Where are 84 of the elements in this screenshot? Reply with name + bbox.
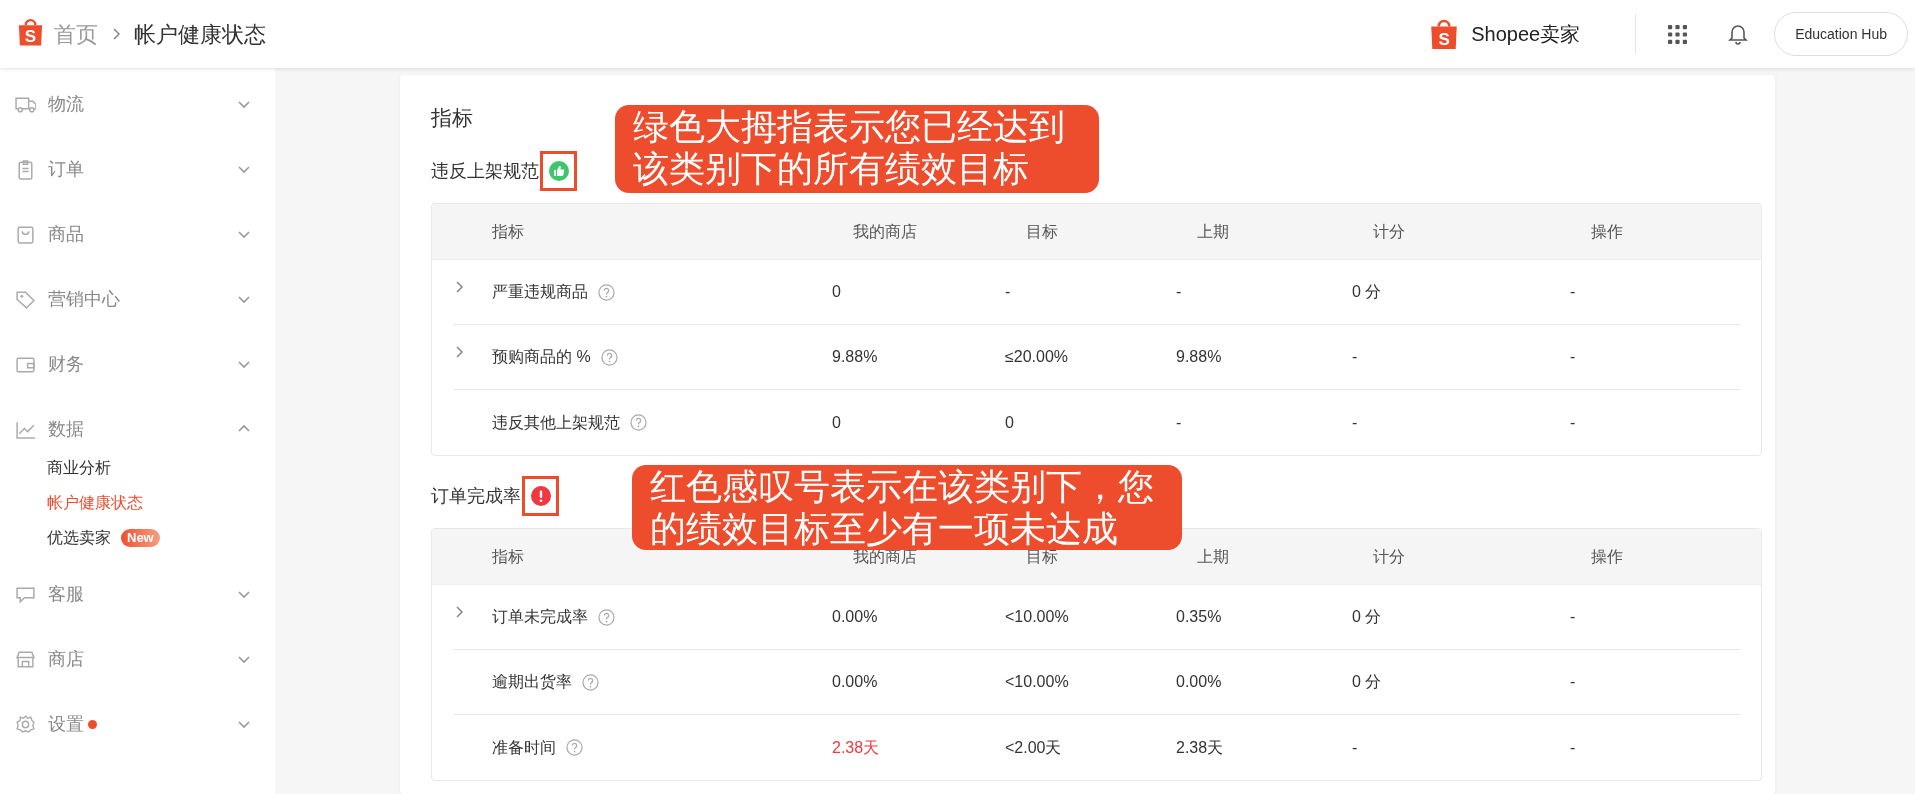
table-cell-text: - (1570, 282, 1576, 302)
sidebar-item[interactable]: 营销中心 (48, 285, 120, 313)
section-heading: 指标 (431, 105, 473, 131)
table-cell-text: 0 (832, 412, 841, 433)
table-cell-text: - (1352, 347, 1358, 367)
table-cell-text: - (1005, 282, 1011, 302)
table-cell-text: 2.38天 (1176, 737, 1224, 758)
table-cell-text: 0 (832, 282, 841, 302)
sidebar-subitem[interactable]: 帐户健康状态 (47, 490, 143, 515)
table-cell-text: 9.88% (832, 347, 878, 367)
metric-name: 预购商品的 % (492, 347, 591, 367)
sidebar-item[interactable]: 设置 (48, 710, 84, 738)
table-cell-text: 2.38天 (832, 737, 880, 758)
annotation-callout: 红色感叹号表示在该类别下，您的绩效目标至少有一项未达成 (632, 465, 1182, 550)
category-title: 订单完成率 (431, 484, 521, 508)
shopping-bag-logo: S (17, 16, 44, 48)
table-cell-text: 9.88% (1176, 347, 1222, 367)
brand-name: Shopee卖家 (1471, 22, 1581, 47)
new-badge: New (121, 528, 160, 547)
storefront-icon (15, 648, 36, 670)
table-cell-text: 0 (1005, 412, 1014, 433)
table-cell-text: - (1176, 282, 1182, 302)
table-cell-text: 0 分 (1352, 282, 1382, 302)
table-cell-text: 0.00% (1176, 672, 1222, 692)
sidebar-item[interactable]: 财务 (48, 350, 84, 378)
category-title: 违反上架规范 (431, 159, 539, 183)
column-header: 上期 (1197, 546, 1229, 567)
column-header: 操作 (1591, 546, 1623, 567)
column-header: 我的商店 (853, 221, 917, 242)
table-cell-text: <10.00% (1005, 607, 1069, 627)
notification-bell-icon[interactable] (1728, 23, 1749, 45)
table-cell-text: - (1570, 672, 1576, 692)
table-cell-text: - (1352, 737, 1358, 758)
table-cell-text: ≤20.00% (1005, 347, 1069, 367)
help-icon[interactable] (566, 739, 583, 756)
metric-name: 违反其他上架规范 (492, 412, 620, 433)
sidebar-item[interactable]: 商店 (48, 645, 84, 673)
help-icon[interactable] (582, 673, 599, 691)
table-cell-text: 0.35% (1176, 607, 1222, 627)
table-cell-text: <10.00% (1005, 672, 1069, 692)
table-cell-text: - (1570, 347, 1576, 367)
education-hub-button[interactable]: Education Hub (1774, 12, 1908, 56)
column-header: 指标 (492, 221, 524, 242)
help-icon[interactable] (600, 348, 618, 366)
column-header: 指标 (492, 546, 524, 567)
metric-name: 订单未完成率 (492, 607, 588, 627)
column-header: 计分 (1373, 546, 1405, 567)
column-header: 上期 (1197, 221, 1229, 242)
shopping-bag-logo: S (1429, 17, 1460, 51)
tag-icon (15, 288, 36, 310)
annotation-callout: 绿色大拇指表示您已经达到该类别下的所有绩效目标 (615, 105, 1099, 193)
help-icon[interactable] (630, 414, 647, 431)
sidebar-item[interactable]: 商品 (48, 220, 84, 248)
apps-grid-icon[interactable] (1668, 24, 1688, 44)
table-cell-text: <2.00天 (1005, 737, 1062, 758)
column-header: 操作 (1591, 221, 1623, 242)
gear-icon (15, 713, 36, 735)
breadcrumb-link[interactable]: 首页 (54, 17, 98, 51)
table-cell-text: - (1570, 737, 1576, 758)
column-header: 计分 (1373, 221, 1405, 242)
breadcrumb-link[interactable]: 帐户健康状态 (134, 17, 266, 51)
sidebar-item[interactable]: 物流 (48, 90, 84, 118)
table-cell-text: 0 分 (1352, 672, 1382, 692)
sidebar-subitem[interactable]: 商业分析 (47, 455, 111, 480)
help-icon[interactable] (598, 283, 615, 301)
metric-name: 逾期出货率 (492, 672, 572, 692)
table-cell-text: 0.00% (832, 607, 878, 627)
bag-icon (15, 223, 36, 245)
table-cell-text: - (1570, 412, 1576, 433)
sidebar-item[interactable]: 客服 (48, 580, 84, 608)
sidebar-subitem[interactable]: 优选卖家 (47, 525, 111, 550)
help-icon[interactable] (598, 608, 615, 626)
sidebar-item[interactable]: 订单 (48, 155, 84, 183)
column-header: 目标 (1026, 221, 1058, 242)
metric-name: 严重违规商品 (492, 282, 588, 302)
column-header: 我的商店 (853, 547, 917, 567)
table-cell-text: - (1570, 607, 1576, 627)
table-cell-text: 0 分 (1352, 607, 1382, 627)
table-cell-text: - (1176, 412, 1182, 433)
sidebar-item[interactable]: 数据 (48, 415, 84, 443)
clipboard-icon (15, 158, 36, 180)
metric-name: 准备时间 (492, 737, 556, 758)
table-cell-text: - (1352, 412, 1358, 433)
table-cell-text: 0.00% (832, 672, 878, 692)
